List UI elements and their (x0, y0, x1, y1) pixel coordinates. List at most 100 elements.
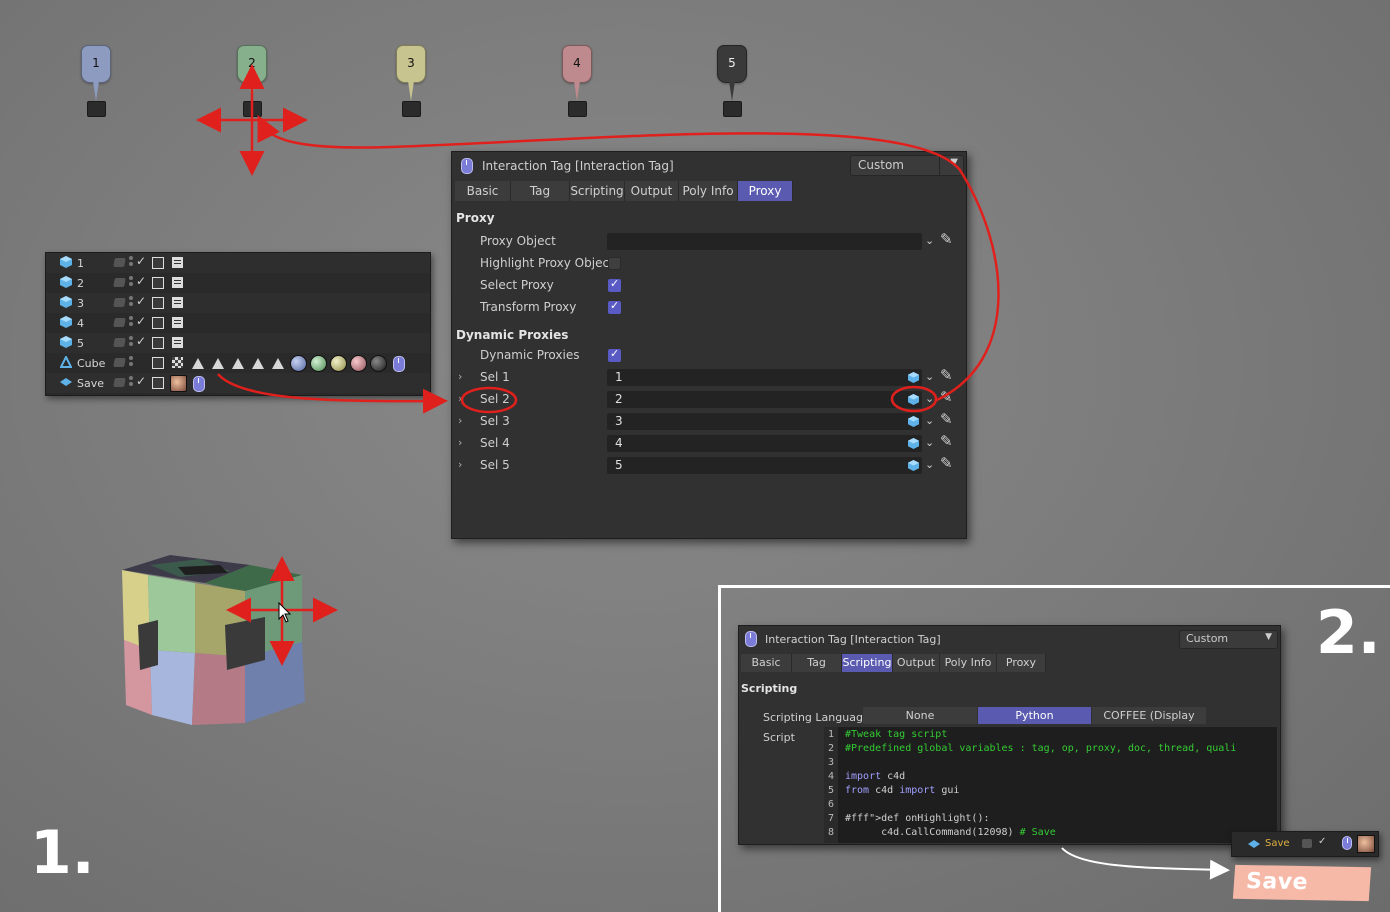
tab-tag[interactable]: Tag (511, 181, 570, 201)
tab-poly-info[interactable]: Poly Info (679, 181, 738, 201)
expand-chevron-icon[interactable]: › (458, 414, 462, 427)
lang-option-coffee[interactable]: COFFEE (Display Only) (1092, 707, 1206, 739)
enabled-check-icon[interactable]: ✓ (1318, 836, 1326, 847)
enabled-check-icon[interactable]: ✓ (136, 294, 146, 308)
lang-option-python[interactable]: Python (978, 707, 1091, 724)
layer-icon[interactable] (113, 358, 126, 367)
marker-bubble[interactable]: 3 (396, 45, 426, 83)
mini-object-row-save[interactable]: Save ✓ (1231, 831, 1379, 857)
selection-tag-icon[interactable] (192, 358, 204, 369)
chevron-down-icon[interactable]: ⌄ (925, 436, 934, 449)
material-tag-icon[interactable] (370, 355, 387, 372)
phong-tag-icon[interactable] (152, 277, 164, 289)
chevron-down-icon[interactable]: ⌄ (925, 458, 934, 471)
tab-proxy[interactable]: Proxy (997, 654, 1046, 672)
proxy-object-field[interactable] (607, 233, 922, 250)
tab-proxy[interactable]: Proxy (738, 181, 793, 201)
marker-bubble[interactable]: 5 (717, 45, 747, 83)
visibility-dots[interactable] (129, 276, 133, 290)
save-button[interactable]: Save (1232, 864, 1372, 902)
picker-icon[interactable]: ✎ (940, 388, 953, 406)
cube-icon[interactable] (908, 416, 919, 427)
script-editor[interactable]: 1 #Tweak tag script 2 #Predefined global va… (824, 727, 1277, 843)
object-row-4[interactable]: 4 ✓ (46, 313, 430, 333)
cube-icon[interactable] (908, 438, 919, 449)
dynamic-proxies-checkbox[interactable] (608, 347, 621, 362)
enabled-check-icon[interactable]: ✓ (136, 314, 146, 328)
expand-chevron-icon[interactable]: › (458, 436, 462, 449)
layer-icon[interactable] (113, 258, 126, 267)
highlight-proxy-checkbox[interactable] (608, 257, 621, 270)
material-tag-icon[interactable] (350, 355, 367, 372)
layer-icon[interactable] (113, 278, 126, 287)
material-tag-icon[interactable] (330, 355, 347, 372)
chevron-down-icon[interactable]: ⌄ (925, 370, 934, 383)
marker-1[interactable]: 1 (81, 45, 111, 117)
layer-icon[interactable] (113, 318, 126, 327)
phong-tag-icon[interactable] (152, 257, 164, 269)
object-row-save[interactable]: Save ✓ (46, 373, 430, 393)
selection-tag-icon[interactable] (232, 358, 244, 369)
enabled-check-icon[interactable]: ✓ (136, 374, 146, 388)
layer-icon[interactable] (113, 338, 126, 347)
cube-icon[interactable] (908, 460, 919, 471)
enabled-check-icon[interactable]: ✓ (136, 334, 146, 348)
object-row-1[interactable]: 1 ✓ (46, 253, 430, 273)
layer-icon[interactable] (113, 378, 126, 387)
phong-tag-icon[interactable] (152, 337, 164, 349)
marker-bubble[interactable]: 2 (237, 45, 267, 83)
material-tag-icon[interactable] (310, 355, 327, 372)
object-row-2[interactable]: 2 ✓ (46, 273, 430, 293)
uvw-tag-icon[interactable] (172, 357, 183, 368)
cube-icon[interactable] (908, 394, 919, 405)
layer-icon[interactable] (1302, 839, 1312, 848)
marker-2[interactable]: 2 (237, 45, 267, 117)
note-tag-icon[interactable] (172, 297, 183, 308)
selection-tag-icon[interactable] (212, 358, 224, 369)
marker-5[interactable]: 5 (717, 45, 747, 117)
picker-icon[interactable]: ✎ (940, 230, 953, 248)
object-row-cube[interactable]: Cube (46, 353, 430, 373)
marker-bubble[interactable]: 1 (81, 45, 111, 83)
visibility-dots[interactable] (129, 256, 133, 270)
lang-option-none[interactable]: None (863, 707, 977, 724)
mode-dropdown[interactable]: Custom ▼ (850, 155, 964, 176)
object-row-5[interactable]: 5 ✓ (46, 333, 430, 353)
picker-icon[interactable]: ✎ (940, 366, 953, 384)
tab-output[interactable]: Output (893, 654, 940, 672)
cube-icon[interactable] (908, 372, 919, 383)
phong-tag-icon[interactable] (152, 357, 164, 369)
mode-dropdown[interactable]: Custom ▼ (1179, 630, 1278, 649)
picker-icon[interactable]: ✎ (940, 410, 953, 428)
enabled-check-icon[interactable]: ✓ (136, 254, 146, 268)
material-tag-icon[interactable] (1357, 835, 1375, 853)
sel-field[interactable]: 4 (607, 435, 922, 452)
object-row-3[interactable]: 3 ✓ (46, 293, 430, 313)
tab-poly-info[interactable]: Poly Info (940, 654, 997, 672)
marker-3[interactable]: 3 (396, 45, 426, 117)
note-tag-icon[interactable] (172, 337, 183, 348)
note-tag-icon[interactable] (172, 277, 183, 288)
chevron-down-icon[interactable]: ⌄ (925, 234, 934, 247)
visibility-dots[interactable] (129, 336, 133, 350)
sel-field[interactable]: 5 (607, 457, 922, 474)
chevron-down-icon[interactable]: ⌄ (925, 414, 934, 427)
phong-tag-icon[interactable] (152, 317, 164, 329)
interaction-tag-icon[interactable] (193, 376, 205, 392)
selection-tag-icon[interactable] (272, 358, 284, 369)
tab-scripting[interactable]: Scripting (842, 654, 893, 672)
expand-chevron-icon[interactable]: › (458, 370, 462, 383)
interaction-tag-icon[interactable] (1342, 836, 1352, 850)
sel-field[interactable]: 3 (607, 413, 922, 430)
expand-chevron-icon[interactable]: › (458, 458, 462, 471)
enabled-check-icon[interactable]: ✓ (136, 274, 146, 288)
marker-bubble[interactable]: 4 (562, 45, 592, 83)
interaction-tag-icon[interactable] (393, 356, 405, 372)
picker-icon[interactable]: ✎ (940, 432, 953, 450)
phong-tag-icon[interactable] (152, 377, 164, 389)
tab-basic[interactable]: Basic (741, 654, 792, 672)
visibility-dots[interactable] (129, 296, 133, 310)
visibility-dots[interactable] (129, 376, 133, 390)
material-tag-icon[interactable] (170, 375, 187, 392)
viewport-cube[interactable] (110, 545, 320, 735)
